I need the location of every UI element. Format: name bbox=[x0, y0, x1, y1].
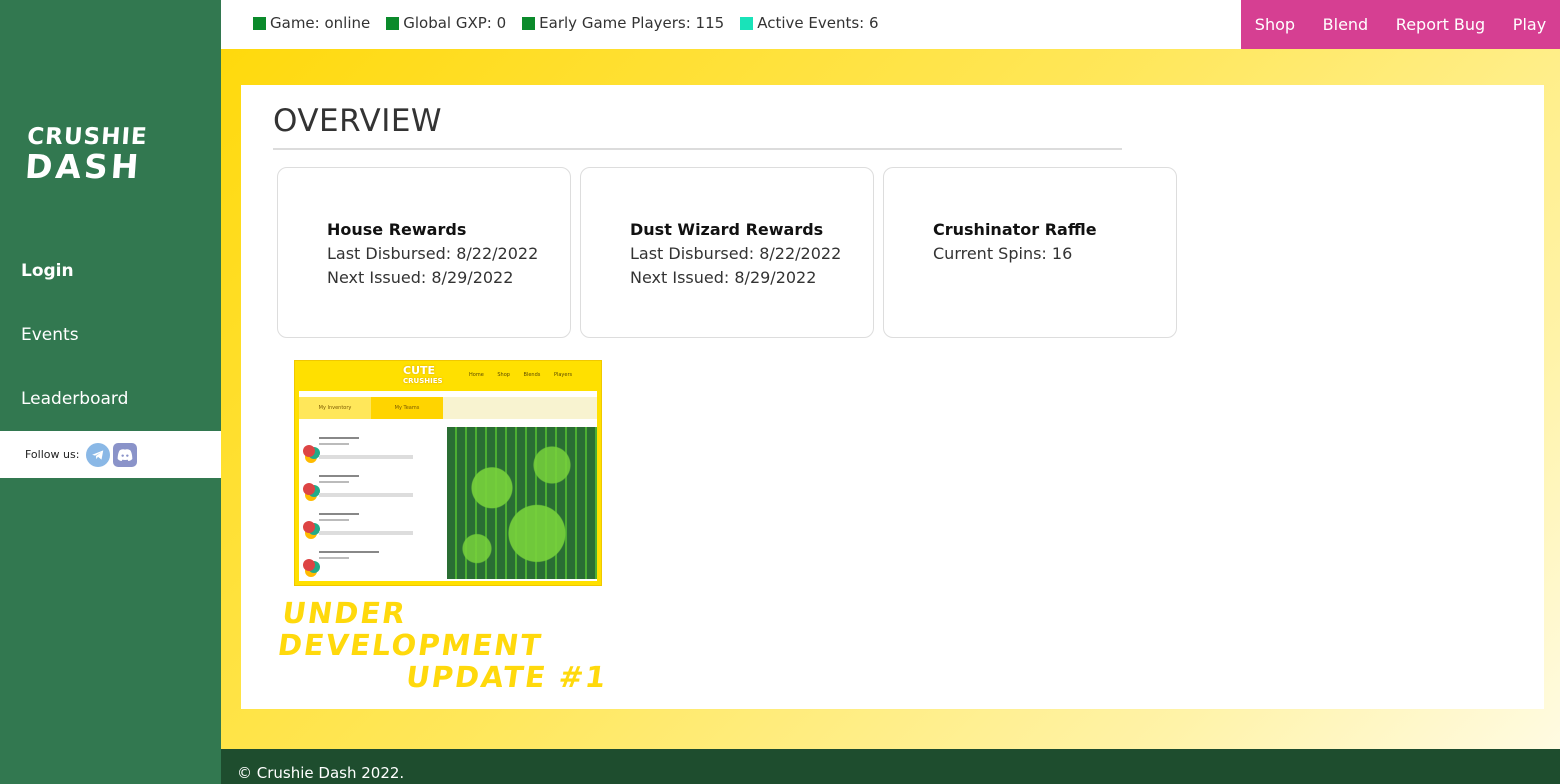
preview-brand-line1: CUTE bbox=[403, 364, 436, 377]
preview-game-map bbox=[447, 427, 597, 579]
card-title: Crushinator Raffle bbox=[933, 220, 1097, 239]
stat-label: Game: online bbox=[270, 14, 371, 32]
game-preview-image[interactable]: CUTE CRUSHIES Home Shop Blends Players M… bbox=[294, 360, 602, 586]
preview-line bbox=[319, 519, 349, 521]
logo-line1: CRUSHIE bbox=[26, 124, 149, 150]
title-divider bbox=[273, 148, 1122, 150]
creature-avatar bbox=[303, 521, 315, 533]
card-current-spins: Current Spins: 16 bbox=[933, 244, 1073, 263]
footer-copyright: © Crushie Dash 2022. bbox=[237, 764, 405, 782]
page-title: OVERVIEW bbox=[273, 103, 443, 139]
follow-us-label: Follow us: bbox=[25, 448, 80, 461]
top-bar: Game: online Global GXP: 0 Early Game Pl… bbox=[221, 0, 1560, 49]
menu-play[interactable]: Play bbox=[1513, 15, 1546, 34]
stat-label: Active Events: 6 bbox=[757, 14, 879, 32]
stat-early-players: Early Game Players: 115 bbox=[522, 14, 724, 32]
logo-line2: DASH bbox=[23, 147, 143, 186]
stat-label: Global GXP: 0 bbox=[403, 14, 507, 32]
preview-tab-inventory: My Inventory bbox=[299, 397, 371, 419]
preview-bar bbox=[319, 455, 413, 459]
preview-line bbox=[319, 475, 359, 477]
preview-list-item bbox=[303, 435, 413, 469]
card-house-rewards: House Rewards Last Disbursed: 8/22/2022 … bbox=[277, 167, 571, 338]
card-title: Dust Wizard Rewards bbox=[630, 220, 824, 239]
sidebar-item-events[interactable]: Events bbox=[21, 325, 79, 345]
status-square-icon bbox=[522, 16, 536, 30]
preview-list-item bbox=[303, 511, 413, 545]
follow-us-bar: Follow us: bbox=[0, 431, 221, 478]
preview-list-item bbox=[303, 549, 413, 583]
menu-shop[interactable]: Shop bbox=[1255, 15, 1295, 34]
preview-header: CUTE CRUSHIES Home Shop Blends Players bbox=[295, 361, 601, 391]
card-last-disbursed: Last Disbursed: 8/22/2022 bbox=[327, 244, 539, 263]
preview-list-item bbox=[303, 473, 413, 507]
creature-avatar bbox=[303, 483, 315, 495]
preview-line bbox=[319, 481, 349, 483]
card-last-disbursed: Last Disbursed: 8/22/2022 bbox=[630, 244, 842, 263]
discord-icon[interactable] bbox=[113, 442, 138, 467]
status-stats: Game: online Global GXP: 0 Early Game Pl… bbox=[253, 14, 895, 32]
sidebar-item-leaderboard[interactable]: Leaderboard bbox=[21, 389, 128, 409]
card-next-issued: Next Issued: 8/29/2022 bbox=[630, 268, 817, 287]
card-crushinator-raffle: Crushinator Raffle Current Spins: 16 bbox=[883, 167, 1177, 338]
under-development-banner: UNDER DEVELOPMENT UPDATE #1 bbox=[271, 596, 624, 694]
dev-line1: UNDER DEVELOPMENT bbox=[275, 596, 545, 662]
preview-line bbox=[319, 437, 359, 439]
stat-global-gxp: Global GXP: 0 bbox=[386, 14, 506, 32]
preview-tab-teams: My Teams bbox=[371, 397, 443, 419]
stat-game-status: Game: online bbox=[253, 14, 370, 32]
card-dust-wizard-rewards: Dust Wizard Rewards Last Disbursed: 8/22… bbox=[580, 167, 874, 338]
stat-label: Early Game Players: 115 bbox=[539, 14, 725, 32]
preview-bar bbox=[319, 531, 413, 535]
preview-line bbox=[319, 443, 349, 445]
status-square-icon bbox=[740, 16, 754, 30]
overview-panel: OVERVIEW House Rewards Last Disbursed: 8… bbox=[241, 85, 1544, 709]
preview-tab-inventory-label: My Inventory bbox=[318, 405, 352, 411]
preview-bar bbox=[319, 493, 413, 497]
card-next-issued: Next Issued: 8/29/2022 bbox=[327, 268, 514, 287]
preview-line bbox=[319, 557, 349, 559]
menu-blend[interactable]: Blend bbox=[1323, 15, 1369, 34]
crushie-dash-logo[interactable]: CRUSHIE DASH bbox=[23, 124, 149, 186]
status-square-icon bbox=[386, 16, 400, 30]
preview-brand-line2: CRUSHIES bbox=[403, 377, 443, 385]
card-title: House Rewards bbox=[327, 220, 467, 239]
preview-nav: Home Shop Blends Players bbox=[469, 372, 573, 378]
telegram-icon[interactable] bbox=[86, 442, 111, 467]
sidebar-item-login[interactable]: Login bbox=[21, 261, 74, 281]
dev-line2: UPDATE #1 bbox=[403, 660, 610, 694]
creature-avatar bbox=[303, 559, 315, 571]
preview-creature-list bbox=[299, 427, 439, 577]
preview-tab-teams-label: My Teams bbox=[394, 405, 420, 411]
sidebar: CRUSHIE DASH Login Events Leaderboard Fo… bbox=[0, 0, 221, 784]
top-menu: Shop Blend Report Bug Play bbox=[1241, 0, 1560, 49]
menu-report-bug[interactable]: Report Bug bbox=[1396, 15, 1485, 34]
preview-line bbox=[319, 513, 359, 515]
footer: © Crushie Dash 2022. bbox=[221, 749, 1560, 784]
main-area: OVERVIEW House Rewards Last Disbursed: 8… bbox=[221, 49, 1560, 749]
preview-body: My Inventory My Teams bbox=[299, 391, 597, 581]
preview-brand: CUTE CRUSHIES bbox=[403, 364, 443, 386]
creature-avatar bbox=[303, 445, 315, 457]
preview-line bbox=[319, 551, 379, 553]
status-square-icon bbox=[253, 16, 266, 30]
stat-active-events: Active Events: 6 bbox=[740, 14, 879, 32]
